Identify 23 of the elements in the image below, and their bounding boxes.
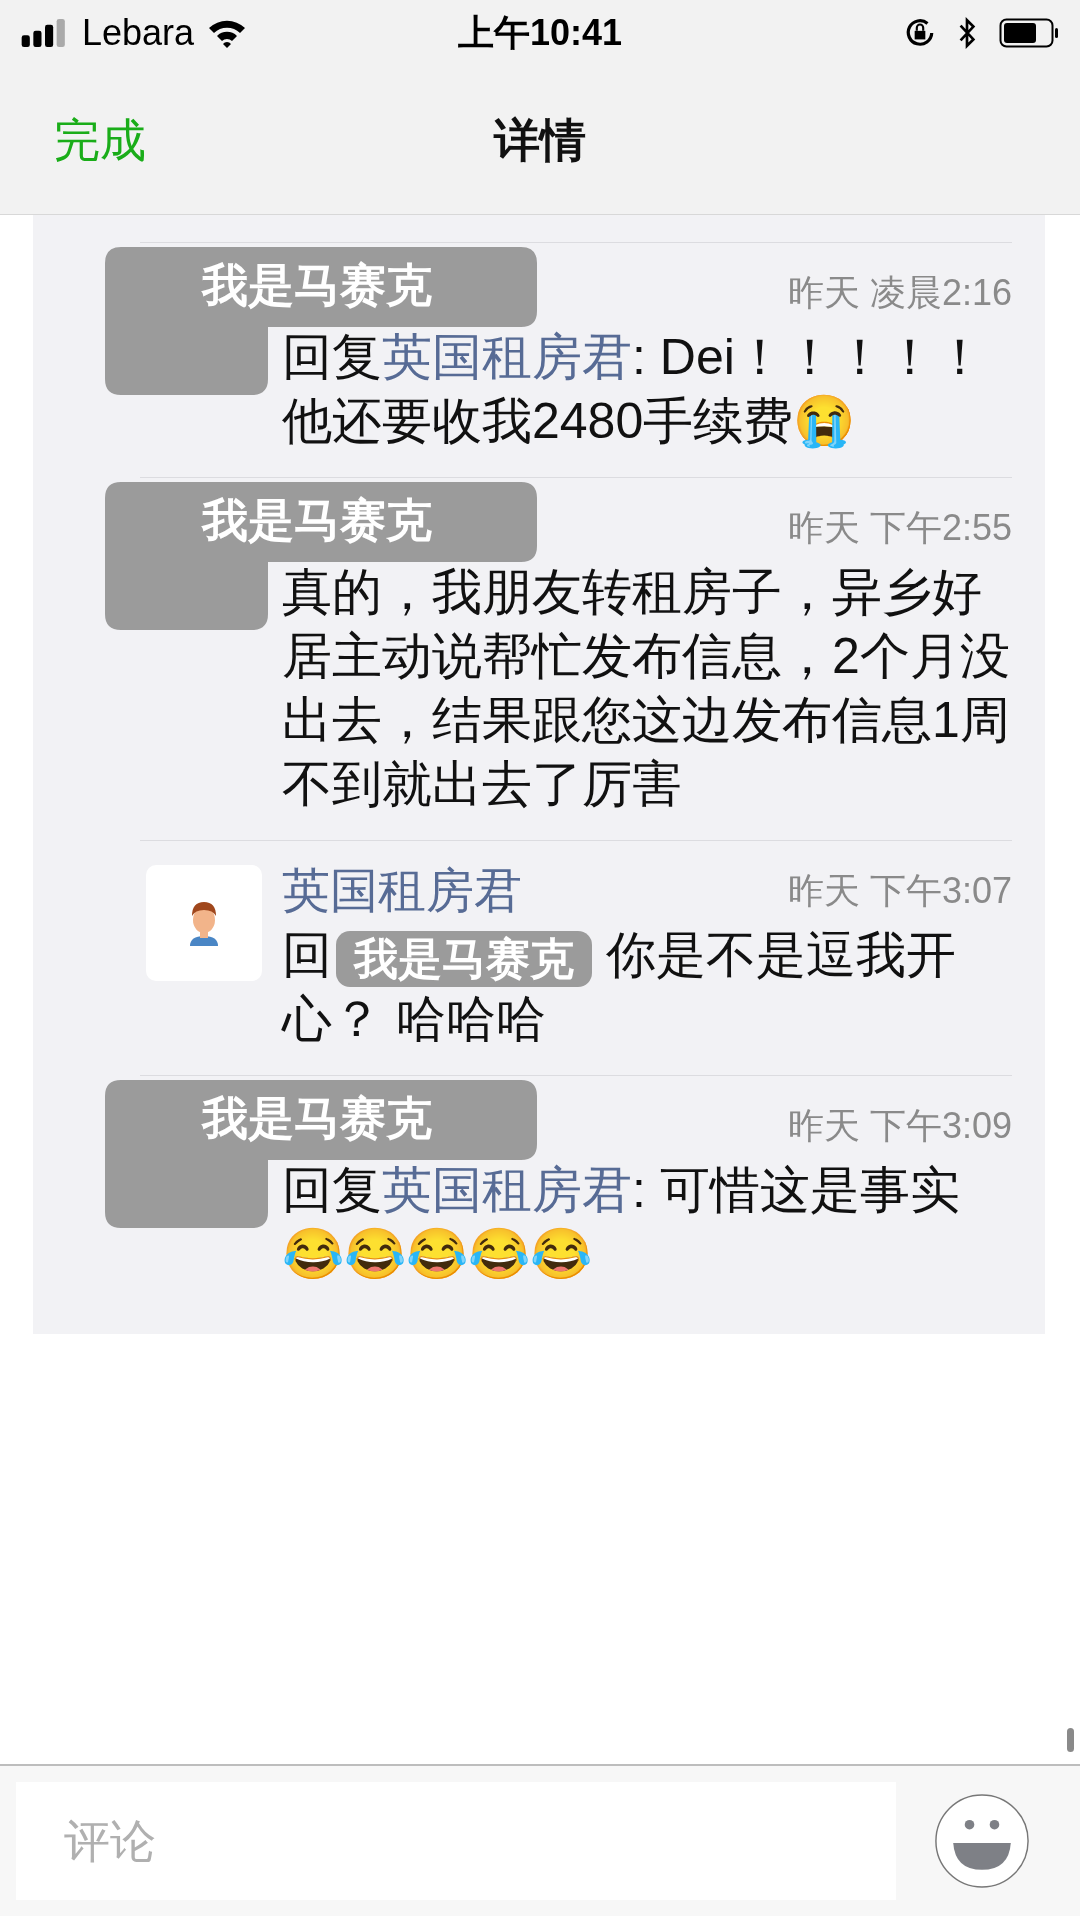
comment-text: 回复英国租房君: Dei！！！！！他还要收我2480手续费😭 [282,328,986,451]
redaction-pill: 我是马赛克 [336,931,592,987]
comment-text: 回复英国租房君: 可惜这是事实 😂😂😂😂😂 [282,1161,961,1284]
author-name[interactable]: 英国租房君 [282,855,522,927]
redaction-label: 我是马赛克 [202,493,432,548]
smiley-icon[interactable] [934,1793,1030,1889]
redaction-label: 我是马赛克 [202,1091,432,1146]
comment-time: 昨天 下午3:09 [787,1104,1012,1148]
bluetooth-icon [958,17,976,49]
battery-icon [998,18,1060,48]
rotation-lock-icon [904,17,936,49]
page-title: 详情 [494,112,586,168]
comment-time: 昨天 下午2:55 [787,506,1012,550]
comment-text: 真的，我朋友转租房子，异乡好居主动说帮忙发布信息，2个月没出去，结果跟您这边发布信息1周不到就出去了厉害 [282,563,1011,814]
comment-text: 回 我是马赛克 你是不是逗我开心？ 哈哈哈 [282,926,957,1049]
comment-time: 昨天 下午3:07 [787,869,1012,913]
redaction-label: 我是马赛克 [202,258,432,313]
carrier-name: Lebara [82,11,195,55]
comment-time: 昨天 凌晨2:16 [787,271,1012,315]
done-button[interactable]: 完成 [54,105,146,175]
clock-time: 上午10:41 [457,11,623,55]
comment-input[interactable]: 评论 [16,1782,896,1900]
scroll-indicator [1067,1728,1074,1752]
